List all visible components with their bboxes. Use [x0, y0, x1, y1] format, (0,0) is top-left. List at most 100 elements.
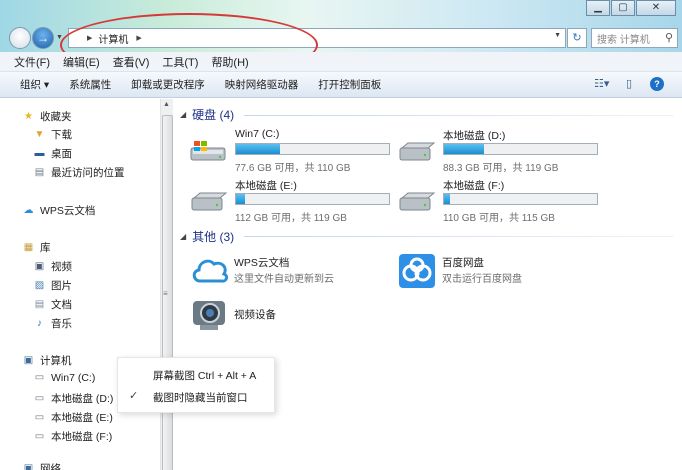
- address-bar[interactable]: ▶ 计算机 ▶ ▼: [68, 28, 566, 48]
- sidebar-item-label: 收藏夹: [40, 111, 72, 123]
- command-bar: 组织 ▾ 系统属性 卸载或更改程序 映射网络驱动器 打开控制面板 ☷▾ ▯ ?: [0, 72, 682, 98]
- menu-edit[interactable]: 编辑(E): [63, 54, 100, 70]
- open-control-panel-button[interactable]: 打开控制面板: [318, 77, 381, 92]
- music-library-icon: ♪: [37, 317, 42, 329]
- sidebar-item-libraries[interactable]: ▦ 库: [22, 240, 51, 255]
- sidebar-item-downloads[interactable]: ▼ 下载: [33, 127, 72, 142]
- preview-pane-icon[interactable]: ▯: [622, 77, 636, 91]
- drive-space-info: 88.3 GB 可用，共 119 GB: [443, 163, 559, 174]
- sidebar-item-label: 库: [40, 242, 51, 254]
- sidebar-item-drive-d[interactable]: ▭ 本地磁盘 (D:): [33, 391, 114, 406]
- menu-item-hide-window[interactable]: 截图时隐藏当前窗口: [153, 390, 248, 405]
- breadcrumb-computer[interactable]: 计算机: [98, 31, 128, 46]
- sidebar-item-computer[interactable]: ▣ 计算机: [22, 353, 72, 368]
- item-description: 双击运行百度网盘: [442, 274, 522, 285]
- baidu-netdisk-icon: [399, 254, 435, 288]
- system-properties-button[interactable]: 系统属性: [69, 77, 111, 92]
- sidebar-item-drive-c[interactable]: ▭ Win7 (C:): [33, 372, 96, 384]
- menu-view[interactable]: 查看(V): [113, 54, 150, 70]
- other-item-wps-cloud[interactable]: WPS云文档 这里文件自动更新到云: [190, 253, 390, 293]
- star-icon: ★: [24, 110, 33, 122]
- recent-pages-dropdown[interactable]: ▼: [56, 34, 63, 41]
- group-header-other[interactable]: ◢ 其他 (3): [180, 228, 234, 245]
- search-icon[interactable]: ⚲: [665, 31, 673, 44]
- menu-file[interactable]: 文件(F): [14, 54, 50, 70]
- sidebar-item-recent-places[interactable]: ▤ 最近访问的位置: [33, 165, 125, 180]
- address-dropdown-icon[interactable]: ▼: [554, 32, 561, 39]
- hard-drive-icon: [191, 192, 228, 211]
- breadcrumb-arrow-icon[interactable]: ▶: [87, 34, 92, 42]
- other-item-video-device[interactable]: 视频设备: [190, 297, 390, 337]
- drive-usage-bar: [443, 143, 598, 155]
- sidebar-item-desktop[interactable]: ▬ 桌面: [33, 146, 73, 161]
- drive-usage-fill: [444, 194, 451, 204]
- sidebar-item-label: 文档: [51, 299, 72, 311]
- sidebar-item-label: 音乐: [51, 318, 72, 330]
- sidebar-item-network[interactable]: ▣ 网络: [22, 461, 61, 470]
- collapse-triangle-icon[interactable]: ◢: [180, 110, 186, 119]
- drive-usage-bar: [235, 193, 390, 205]
- drive-item-e[interactable]: 本地磁盘 (E:) 112 GB 可用，共 119 GB: [190, 178, 390, 224]
- minimize-button[interactable]: ▁: [586, 0, 610, 16]
- sidebar-item-videos[interactable]: ▣ 视频: [33, 259, 72, 274]
- breadcrumb-arrow-icon[interactable]: ▶: [136, 34, 141, 42]
- sidebar-item-music[interactable]: ♪ 音乐: [33, 316, 72, 331]
- forward-button[interactable]: →: [32, 27, 54, 49]
- close-button[interactable]: ✕: [636, 0, 676, 16]
- menu-help[interactable]: 帮助(H): [211, 54, 248, 70]
- sidebar-item-documents[interactable]: ▤ 文档: [33, 297, 72, 312]
- help-icon[interactable]: ?: [650, 77, 664, 91]
- drive-name: 本地磁盘 (E:): [235, 180, 297, 192]
- video-library-icon: ▣: [34, 260, 45, 272]
- sidebar-item-drive-e[interactable]: ▭ 本地磁盘 (E:): [33, 410, 113, 425]
- recent-places-icon: ▤: [34, 166, 45, 178]
- drive-usage-fill: [236, 194, 246, 204]
- sidebar-item-label: 本地磁盘 (E:): [51, 412, 113, 424]
- search-placeholder: 搜索 计算机: [597, 34, 650, 46]
- content-pane: ◢ 硬盘 (4) Win7 (C:) 77.6 GB 可用，共 110 GB 本…: [174, 99, 682, 470]
- drive-usage-bar: [443, 193, 598, 205]
- drive-icon: ▭: [34, 372, 45, 383]
- documents-library-icon: ▤: [34, 298, 45, 310]
- organize-button[interactable]: 组织 ▾: [20, 77, 49, 92]
- search-input[interactable]: 搜索 计算机 ⚲: [591, 28, 678, 48]
- drive-item-f[interactable]: 本地磁盘 (F:) 110 GB 可用，共 115 GB: [398, 178, 598, 224]
- group-header-label: 硬盘 (4): [192, 108, 235, 122]
- sidebar-item-label: 图片: [51, 280, 72, 292]
- sidebar-scrollbar[interactable]: ▲ ≡: [160, 99, 173, 470]
- sidebar-item-drive-f[interactable]: ▭ 本地磁盘 (F:): [33, 429, 112, 444]
- drive-name: Win7 (C:): [235, 128, 280, 140]
- sidebar-item-favorites[interactable]: ★ 收藏夹: [22, 109, 72, 124]
- other-item-baidu-netdisk[interactable]: 百度网盘 双击运行百度网盘: [398, 253, 598, 293]
- network-icon: ▣: [23, 462, 34, 470]
- group-header-label: 其他 (3): [192, 230, 235, 244]
- drive-item-c[interactable]: Win7 (C:) 77.6 GB 可用，共 110 GB: [190, 128, 390, 174]
- sidebar-item-label: 本地磁盘 (F:): [51, 431, 113, 443]
- view-options-icon[interactable]: ☷▾: [594, 77, 609, 91]
- uninstall-program-button[interactable]: 卸载或更改程序: [131, 77, 205, 92]
- group-header-drives[interactable]: ◢ 硬盘 (4): [180, 106, 234, 123]
- map-network-drive-button[interactable]: 映射网络驱动器: [225, 77, 299, 92]
- navigation-pane: ★ 收藏夹 ▼ 下载 ▬ 桌面 ▤ 最近访问的位置 ☁ WPS云文档 ▦ 库 ▣…: [0, 99, 162, 470]
- cloud-icon: ☁: [23, 204, 34, 216]
- windows-drive-icon: [190, 141, 226, 161]
- menu-item-screenshot[interactable]: 屏幕截图 Ctrl + Alt + A: [153, 368, 256, 383]
- maximize-button[interactable]: ▢: [611, 0, 635, 16]
- drive-item-d[interactable]: 本地磁盘 (D:) 88.3 GB 可用，共 119 GB: [398, 128, 598, 174]
- pictures-library-icon: ▨: [34, 279, 45, 291]
- scroll-up-icon[interactable]: ▲: [163, 101, 170, 108]
- sidebar-item-pictures[interactable]: ▨ 图片: [33, 278, 72, 293]
- checkmark-icon: ✓: [129, 390, 139, 402]
- drive-space-info: 77.6 GB 可用，共 110 GB: [235, 163, 351, 174]
- menu-tools[interactable]: 工具(T): [162, 54, 198, 70]
- back-button[interactable]: [9, 27, 31, 49]
- webcam-icon: [193, 301, 225, 330]
- item-name: 视频设备: [234, 309, 276, 321]
- drive-space-info: 112 GB 可用，共 119 GB: [235, 213, 347, 224]
- sidebar-item-wps-cloud[interactable]: ☁ WPS云文档: [22, 203, 96, 218]
- refresh-button[interactable]: ↻: [567, 28, 587, 48]
- drive-name: 本地磁盘 (F:): [443, 180, 505, 192]
- collapse-triangle-icon[interactable]: ◢: [180, 232, 186, 241]
- drive-icon: ▭: [34, 392, 45, 404]
- desktop-icon: ▬: [34, 147, 45, 159]
